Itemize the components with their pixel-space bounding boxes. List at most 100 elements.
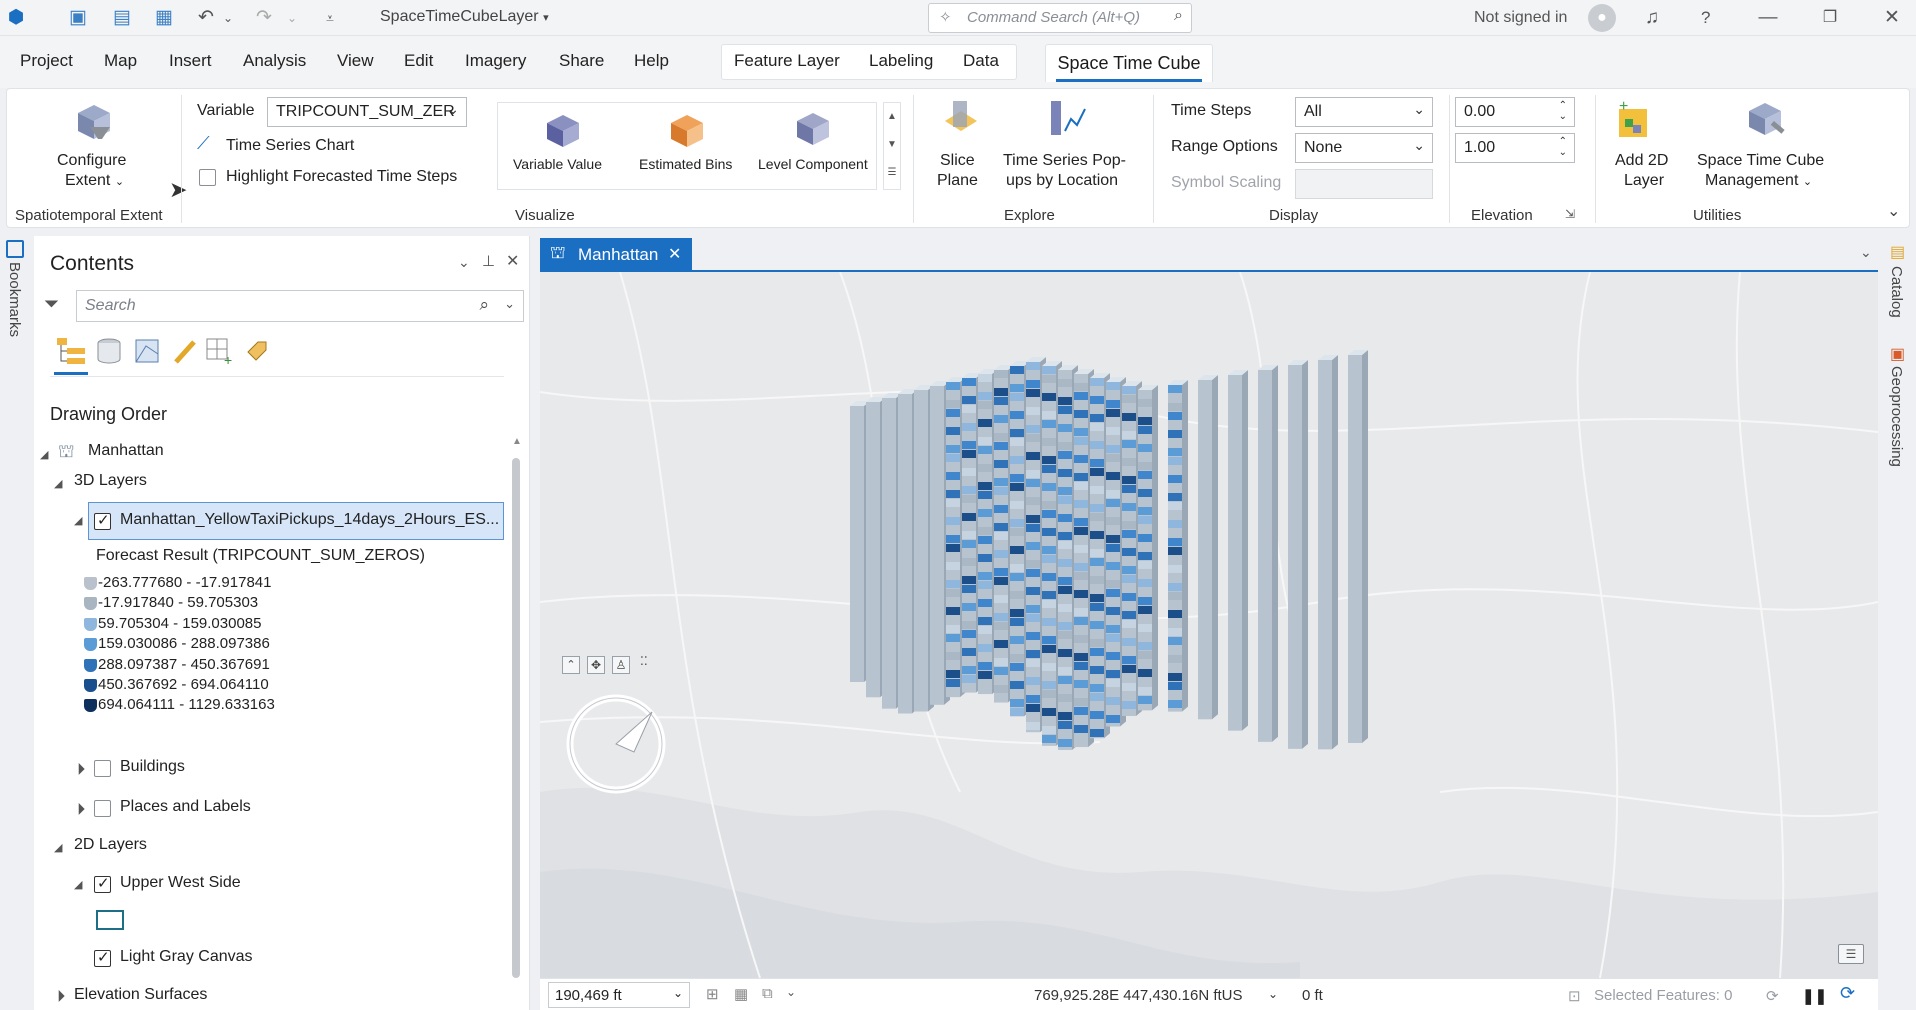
customize-toolbar-icon[interactable]: ⩡ (318, 6, 342, 30)
scene-canvas[interactable] (540, 272, 1878, 978)
pin-icon[interactable]: ⊥ (482, 252, 495, 270)
spinner-icon[interactable]: ⌃ ⌄ (1559, 136, 1567, 158)
selected-layer-name[interactable]: Manhattan_YellowTaxiPickups_14days_2Hour… (120, 511, 499, 529)
grid-snap-icon[interactable]: ⊞ (706, 985, 719, 1003)
menu-imagery[interactable]: Imagery (465, 51, 526, 71)
polygon-symbol-swatch[interactable] (96, 910, 124, 930)
chevron-down-icon[interactable]: ⌄ (1268, 987, 1278, 1001)
spinner-icon[interactable]: ⌃ ⌄ (1559, 100, 1567, 122)
undo-icon[interactable]: ↶ (194, 6, 218, 30)
list-by-source-icon[interactable] (94, 336, 124, 366)
expand-triangle-icon[interactable]: ◢ (51, 988, 65, 1003)
time-steps-dropdown[interactable]: All ⌄ (1295, 97, 1433, 127)
pause-drawing-icon[interactable]: ❚❚ (1802, 987, 1827, 1005)
navigator-options-icon[interactable]: ⁚⁚ (640, 654, 648, 668)
list-by-selection-icon[interactable] (132, 336, 162, 366)
scroll-up-icon[interactable]: ▲ (512, 436, 522, 447)
first-person-icon[interactable]: ♙ (612, 656, 630, 674)
collapse-triangle-icon[interactable]: ◢ (54, 477, 62, 490)
time-series-chart-button[interactable]: Time Series Chart (226, 137, 354, 155)
minimize-icon[interactable]: — (1756, 6, 1780, 30)
elevation-surfaces-heading[interactable]: Elevation Surfaces (74, 986, 207, 1004)
view-tabs-dropdown-icon[interactable]: ⌄ (1860, 244, 1872, 261)
dialog-launcher-icon[interactable]: ⇲ (1565, 207, 1575, 221)
scene-view[interactable]: ⌃ ✥ ♙ ⁚⁚ ☰ (540, 272, 1878, 978)
display-options-icon[interactable]: ⧉ (762, 985, 773, 1002)
collapse-triangle-icon[interactable]: ◢ (54, 841, 62, 854)
layers-2d-heading[interactable]: 2D Layers (74, 836, 147, 854)
list-by-labeling-icon[interactable] (242, 336, 272, 366)
geoprocessing-tab[interactable]: Geoprocessing (1888, 366, 1905, 467)
close-pane-icon[interactable]: ✕ (506, 251, 519, 271)
elevation-start-input[interactable]: 0.00 ⌃ ⌄ (1455, 97, 1575, 127)
scale-dropdown[interactable]: 190,469 ft ⌄ (548, 982, 690, 1008)
menu-help[interactable]: Help (634, 51, 669, 71)
legend-swatch[interactable] (84, 658, 97, 672)
full-extent-icon[interactable]: ✥ (587, 656, 605, 674)
refresh-view-icon[interactable]: ⟳ (1840, 983, 1855, 1004)
menu-view[interactable]: View (337, 51, 374, 71)
new-project-icon[interactable]: ▣ (66, 6, 90, 30)
redo-icon[interactable]: ↷ (252, 6, 276, 30)
places-labels-checkbox[interactable] (94, 800, 111, 817)
help-icon[interactable]: ? (1701, 8, 1710, 28)
light-gray-canvas-checkbox[interactable] (94, 948, 111, 967)
expand-triangle-icon[interactable]: ◢ (71, 761, 85, 776)
legend-swatch[interactable] (84, 679, 97, 692)
highlight-forecasted-checkbox[interactable] (199, 169, 216, 186)
close-icon[interactable]: ✕ (1880, 6, 1904, 30)
navigator-compass[interactable] (564, 692, 668, 796)
signin-text[interactable]: Not signed in (1474, 9, 1567, 27)
legend-swatch[interactable] (84, 617, 97, 631)
collapse-triangle-icon[interactable]: ◢ (74, 514, 82, 527)
restore-icon[interactable]: ❐ (1818, 6, 1842, 30)
map-view-tab[interactable]: ⛫ Manhattan ✕ (540, 238, 692, 270)
contents-search-input[interactable]: Search ⌕ ⌄ (76, 290, 524, 322)
upper-west-side-layer[interactable]: Upper West Side (120, 874, 241, 892)
light-gray-canvas-layer[interactable]: Light Gray Canvas (120, 948, 253, 966)
scene-options-icon[interactable]: ☰ (1838, 944, 1864, 964)
open-project-icon[interactable]: ▤ (110, 6, 134, 30)
scrollbar-thumb[interactable] (512, 458, 520, 978)
menu-project[interactable]: Project (20, 51, 73, 71)
range-options-dropdown[interactable]: None ⌄ (1295, 133, 1433, 163)
legend-swatch[interactable] (84, 699, 97, 713)
grid-table-icon[interactable]: ▦ (734, 985, 748, 1003)
gallery-scroll[interactable]: ▲ ▼ ☰ (883, 102, 901, 190)
collapse-triangle-icon[interactable]: ◢ (74, 878, 82, 891)
map-name[interactable]: Manhattan (88, 442, 164, 460)
list-by-drawing-order-icon[interactable] (54, 334, 88, 368)
navigator-expand-icon[interactable]: ⌃ (562, 656, 580, 674)
tab-space-time-cube[interactable]: Space Time Cube (1045, 44, 1213, 82)
command-search-input[interactable]: ✧ Command Search (Alt+Q) ⌕ (928, 3, 1192, 33)
contents-scrollbar[interactable]: ▲ (510, 436, 522, 1006)
list-by-editing-icon[interactable] (170, 336, 200, 366)
menu-analysis[interactable]: Analysis (243, 51, 306, 71)
layers-3d-heading[interactable]: 3D Layers (74, 472, 147, 490)
upper-west-side-checkbox[interactable] (94, 874, 111, 893)
variable-dropdown[interactable]: TRIPCOUNT_SUM_ZER ⌄ (267, 97, 467, 127)
legend-swatch[interactable] (84, 577, 97, 590)
expand-triangle-icon[interactable]: ◢ (71, 801, 85, 816)
catalog-tab[interactable]: Catalog (1888, 266, 1905, 318)
bookmarks-tab[interactable]: Bookmarks (6, 262, 23, 337)
legend-swatch[interactable] (84, 638, 97, 652)
avatar[interactable]: ● (1588, 4, 1616, 32)
collapse-ribbon-icon[interactable]: ⌄ (1887, 201, 1900, 221)
places-labels-layer[interactable]: Places and Labels (120, 798, 251, 816)
save-project-icon[interactable]: ▦ (152, 6, 176, 30)
pane-options-icon[interactable]: ⌄ (458, 254, 470, 271)
menu-insert[interactable]: Insert (169, 51, 212, 71)
buildings-layer[interactable]: Buildings (120, 758, 185, 776)
close-tab-icon[interactable]: ✕ (668, 244, 681, 264)
tab-data[interactable]: Data (963, 51, 999, 71)
layer-visibility-checkbox[interactable] (94, 511, 111, 530)
legend-swatch[interactable] (84, 597, 97, 611)
geoprocessing-icon[interactable]: ▣ (1890, 344, 1905, 364)
menu-share[interactable]: Share (559, 51, 604, 71)
undo-dropdown-icon[interactable]: ⌄ (216, 6, 240, 30)
list-by-snapping-icon[interactable]: + (204, 336, 236, 366)
elevation-end-input[interactable]: 1.00 ⌃ ⌄ (1455, 133, 1575, 163)
arcgis-pro-icon[interactable]: ⬢ (4, 6, 28, 30)
menu-edit[interactable]: Edit (404, 51, 433, 71)
